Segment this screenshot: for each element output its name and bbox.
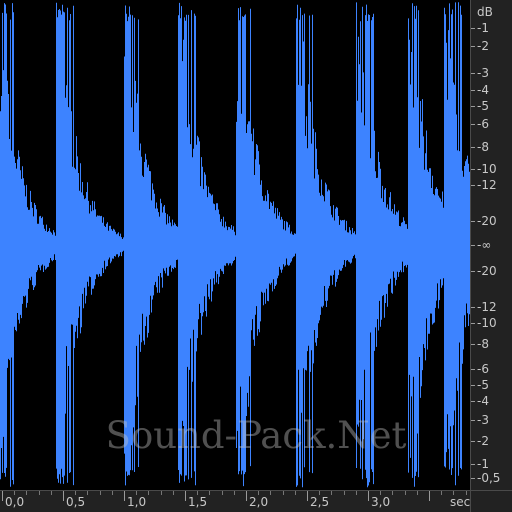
time-subtick (87, 491, 88, 495)
db-label: -12 (477, 178, 497, 192)
time-tick (63, 491, 64, 501)
time-label: 0,0 (5, 495, 25, 509)
time-subtick (112, 491, 113, 495)
db-label: -10 (477, 316, 497, 330)
db-tick (471, 169, 475, 170)
waveform (0, 2, 470, 488)
db-label: -6 (477, 117, 489, 131)
db-tick (471, 106, 475, 107)
time-subtick (405, 491, 406, 495)
db-tick (471, 185, 475, 186)
time-tick (429, 491, 430, 501)
db-label: -3 (477, 66, 489, 80)
db-label: -6 (477, 362, 489, 376)
time-ruler: 0,0 0,5 1,0 1,5 2,0 2,5 3,0 sec (0, 490, 470, 512)
db-tick (471, 147, 475, 148)
time-subtick (148, 491, 149, 495)
time-subtick (270, 491, 271, 495)
db-tick (471, 221, 475, 222)
db-tick (471, 478, 475, 479)
time-label: 1,0 (127, 495, 147, 509)
db-label: -2 (477, 39, 489, 53)
db-label: -12 (477, 300, 497, 314)
db-tick (471, 344, 475, 345)
waveform-view[interactable] (0, 0, 470, 490)
db-tick (471, 271, 475, 272)
time-subtick (161, 491, 162, 495)
time-subtick (51, 491, 52, 495)
time-subtick (392, 491, 393, 495)
db-tick (471, 401, 475, 402)
db-label: -∞ (477, 238, 492, 252)
db-label: -20 (477, 264, 497, 278)
db-label: -1 (477, 21, 489, 35)
time-unit-label: sec (450, 495, 471, 509)
db-tick (471, 245, 475, 246)
time-subtick (295, 491, 296, 495)
time-subtick (234, 491, 235, 495)
time-label: 2,5 (310, 495, 330, 509)
time-label: 0,5 (66, 495, 86, 509)
db-label: -5 (477, 99, 489, 113)
db-tick (471, 420, 475, 421)
db-label: -8 (477, 140, 489, 154)
time-subtick (441, 491, 442, 495)
time-tick (368, 491, 369, 501)
db-label: -8 (477, 337, 489, 351)
time-subtick (331, 491, 332, 495)
db-tick (471, 73, 475, 74)
db-label: -4 (477, 394, 489, 408)
db-tick (471, 385, 475, 386)
db-tick (471, 28, 475, 29)
db-tick (471, 464, 475, 465)
time-subtick (222, 491, 223, 495)
time-tick (2, 491, 3, 501)
db-tick (471, 124, 475, 125)
db-label: -20 (477, 214, 497, 228)
db-tick (471, 369, 475, 370)
db-label: -2 (477, 434, 489, 448)
db-tick (471, 46, 475, 47)
time-label: 1,5 (188, 495, 208, 509)
time-tick (307, 491, 308, 501)
db-tick (471, 307, 475, 308)
db-label: -0,5 (477, 471, 501, 485)
db-tick (471, 90, 475, 91)
time-subtick (417, 491, 418, 495)
time-label: 2,0 (249, 495, 269, 509)
db-tick (471, 441, 475, 442)
db-ruler: dB -1 -2 -3 -4 -5 -6 -8 -10 -12 -20 -∞ -20 -12 -10 -8 -6… (470, 0, 512, 490)
ruler-corner (470, 490, 512, 512)
time-label: 3,0 (371, 495, 391, 509)
time-tick (246, 491, 247, 501)
time-subtick (100, 491, 101, 495)
db-label: -3 (477, 413, 489, 427)
db-label: -10 (477, 162, 497, 176)
time-subtick (26, 491, 27, 495)
time-subtick (173, 491, 174, 495)
audio-editor: dB -1 -2 -3 -4 -5 -6 -8 -10 -12 -20 -∞ -20 -12 -10 -8 -6… (0, 0, 512, 512)
time-subtick (39, 491, 40, 495)
db-label: -5 (477, 378, 489, 392)
time-tick (124, 491, 125, 501)
time-subtick (209, 491, 210, 495)
time-subtick (344, 491, 345, 495)
time-subtick (356, 491, 357, 495)
db-label: -1 (477, 457, 489, 471)
time-subtick (283, 491, 284, 495)
time-tick (185, 491, 186, 501)
db-unit-label: dB (477, 5, 493, 19)
db-label: -4 (477, 83, 489, 97)
db-tick (471, 323, 475, 324)
